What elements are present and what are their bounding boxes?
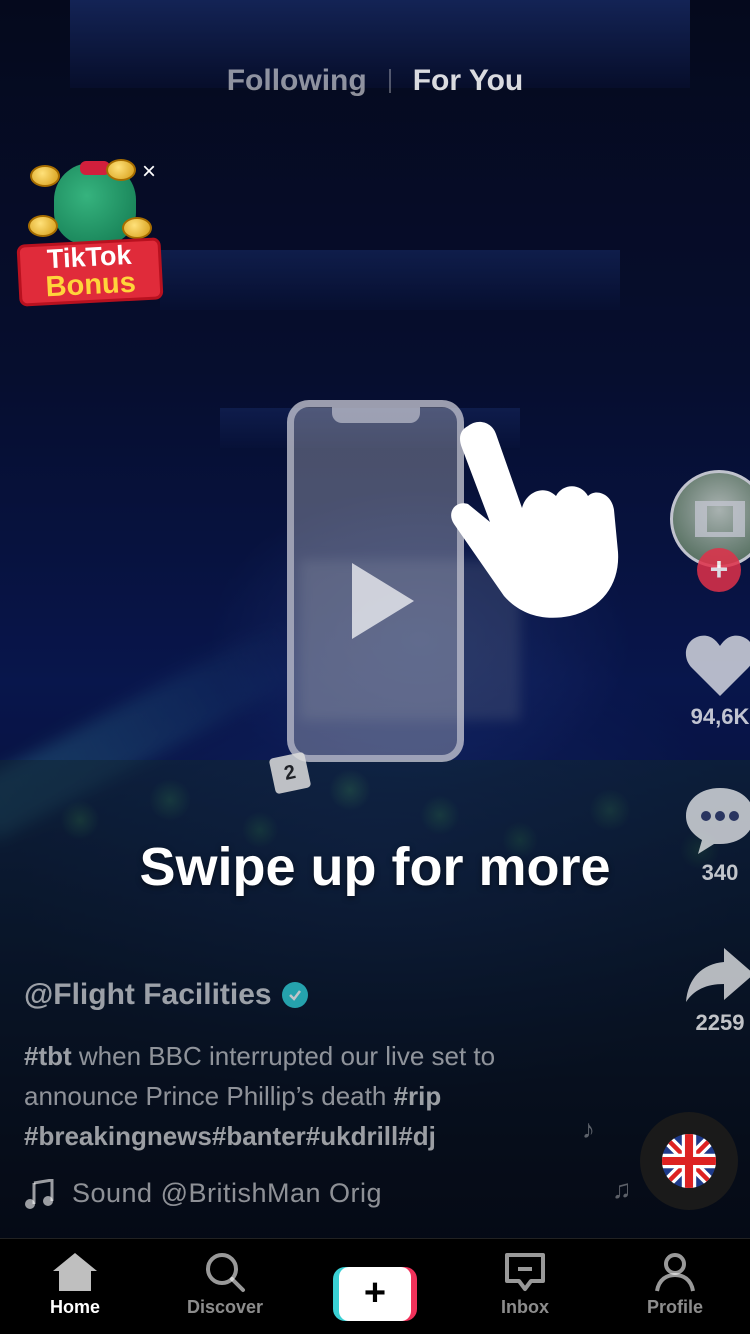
hashtag-rip[interactable]: #rip bbox=[394, 1081, 442, 1111]
follow-button[interactable]: + bbox=[697, 548, 741, 592]
bottom-nav: Home Discover + Inbox Profile bbox=[0, 1238, 750, 1334]
plus-icon: + bbox=[339, 1267, 411, 1321]
bonus-label: TikTok Bonus bbox=[16, 237, 164, 307]
flight-facilities-logo bbox=[695, 501, 745, 537]
home-icon bbox=[53, 1253, 97, 1291]
verified-badge-icon bbox=[281, 982, 308, 1008]
swipe-up-hint: Swipe up for more bbox=[139, 837, 611, 897]
coin-icon bbox=[30, 165, 60, 187]
music-note-icon bbox=[25, 1178, 54, 1209]
share-arrow-icon bbox=[686, 948, 750, 1002]
heart-icon bbox=[685, 635, 750, 696]
profile-icon bbox=[655, 1253, 695, 1292]
uk-flag-icon bbox=[662, 1134, 716, 1188]
nav-home-label: Home bbox=[49, 1297, 100, 1317]
like-button[interactable]: 94,6K bbox=[670, 632, 750, 730]
create-button[interactable]: + bbox=[333, 1267, 417, 1321]
nav-home[interactable]: Home bbox=[0, 1239, 150, 1334]
share-count: 2259 bbox=[695, 1010, 745, 1035]
phone-illustration bbox=[287, 400, 464, 762]
video-description: #tbt when BBC interrupted our live set t… bbox=[24, 1036, 604, 1156]
nav-discover-label: Discover bbox=[186, 1297, 264, 1317]
sound-name: Sound @BritishMan Orig bbox=[72, 1178, 383, 1208]
share-button[interactable]: 2259 bbox=[670, 946, 750, 1036]
nav-profile-label: Profile bbox=[646, 1297, 703, 1317]
creator-username[interactable]: @Flight Facilities bbox=[24, 978, 272, 1012]
coin-icon bbox=[28, 215, 58, 237]
comment-button[interactable]: 340 bbox=[670, 786, 750, 886]
like-count: 94,6K bbox=[690, 704, 750, 729]
nav-inbox-label: Inbox bbox=[501, 1297, 549, 1317]
hashtag-list[interactable]: #breakingnews#banter#ukdrill#dj bbox=[24, 1121, 436, 1151]
nav-inbox[interactable]: Inbox bbox=[450, 1239, 600, 1334]
coin-icon bbox=[122, 217, 152, 239]
feed-tabs: Following For You bbox=[0, 64, 750, 98]
play-icon bbox=[352, 563, 414, 639]
music-note-icon: ♪ bbox=[582, 1114, 595, 1144]
tiktok-bonus-badge[interactable]: TikTok Bonus × bbox=[16, 155, 164, 307]
hand-pointer-icon bbox=[451, 421, 619, 618]
creator-avatar[interactable]: + bbox=[670, 470, 750, 592]
sound-disc[interactable] bbox=[640, 1112, 738, 1210]
creator-username-row[interactable]: @Flight Facilities bbox=[24, 978, 604, 1012]
close-icon[interactable]: × bbox=[136, 159, 162, 185]
hashtag-tbt[interactable]: #tbt bbox=[24, 1041, 72, 1071]
search-icon bbox=[206, 1253, 245, 1292]
nav-create[interactable]: + bbox=[300, 1239, 450, 1334]
music-note-icon: ♫ bbox=[612, 1174, 632, 1204]
tab-following[interactable]: Following bbox=[205, 64, 389, 98]
video-caption: @Flight Facilities #tbt when BBC interru… bbox=[24, 978, 604, 1209]
comment-count: 340 bbox=[701, 860, 739, 885]
comment-icon bbox=[686, 788, 750, 854]
nav-profile[interactable]: Profile bbox=[600, 1239, 750, 1334]
dice-sticker: 2 bbox=[268, 751, 312, 795]
coin-icon bbox=[106, 159, 136, 181]
nav-discover[interactable]: Discover bbox=[150, 1239, 300, 1334]
inbox-icon bbox=[505, 1253, 545, 1291]
sound-row[interactable]: Sound @BritishMan Orig bbox=[24, 1178, 424, 1209]
tab-for-you[interactable]: For You bbox=[391, 64, 546, 98]
